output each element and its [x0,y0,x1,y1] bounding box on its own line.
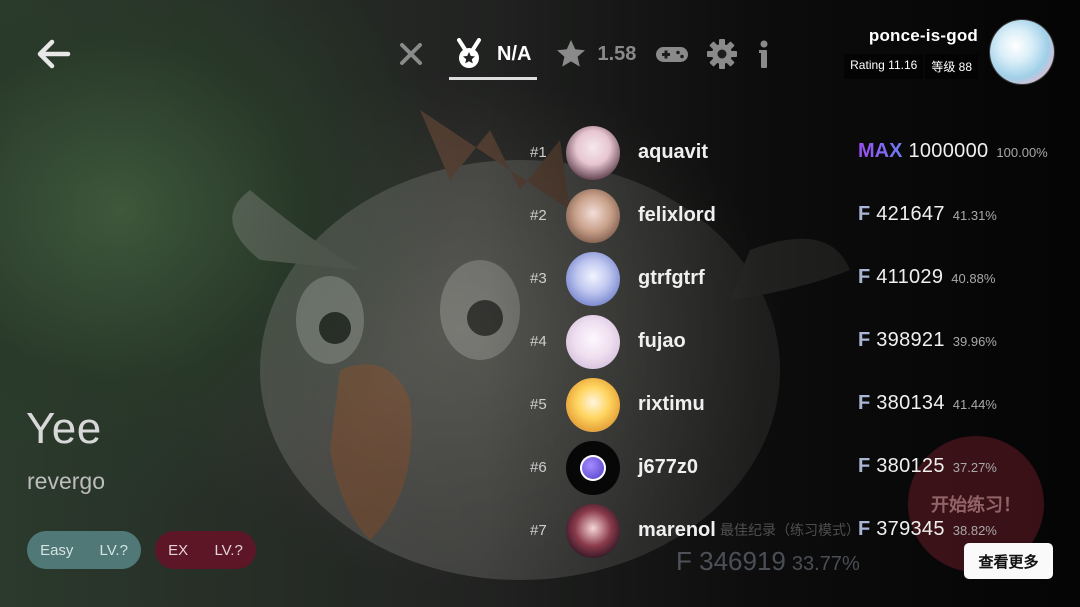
player-name: marenol [638,519,716,541]
info-icon [759,40,768,68]
player-name: aquavit [638,141,709,163]
score-accuracy: 40.88% [951,271,996,286]
score-points: 421647 [876,203,945,225]
user-avatar[interactable] [990,20,1054,84]
player-score: F 380125 37.27% [858,455,997,478]
score-accuracy: 100.00% [996,145,1048,160]
difficulty-name: Easy [40,541,74,559]
score-accuracy: 38.82% [952,523,997,538]
difficulty-level: LV.? [214,541,243,559]
user-panel[interactable]: ponce-is-god Rating 11.16 等级 88 [842,20,1054,84]
user-rating: Rating 11.16 [844,53,924,79]
rank-number: #5 [530,396,547,413]
player-name: rixtimu [638,393,705,415]
rank-tab-label: N/A [497,42,532,65]
grade-badge: F [858,329,871,351]
song-title: Yee [26,404,102,453]
player-avatar[interactable] [566,504,620,558]
leaderboard-row[interactable]: #3 gtrfgtrf F 411029 40.88% [522,248,1072,311]
leaderboard: #1 aquavit MAX 1000000 100.00% #2 felixl… [522,122,1072,563]
score-accuracy: 41.44% [952,397,997,412]
player-name: felixlord [638,204,716,226]
score-points: 398921 [876,329,945,351]
leaderboard-row[interactable]: #5 rixtimu F 380134 41.44% [522,374,1072,437]
tab-rating[interactable]: 1.58 [555,38,636,70]
player-avatar[interactable] [566,189,620,243]
leaderboard-row[interactable]: #6 j677z0 F 380125 37.27% [522,437,1072,500]
top-toolbar: N/A 1.58 [395,34,774,80]
player-score: F 398921 39.96% [858,329,997,352]
score-points: 411029 [876,266,944,288]
player-avatar[interactable] [566,441,620,495]
difficulty-easy-button[interactable]: Easy LV.? [27,531,141,569]
star-icon [557,40,586,67]
rank-number: #2 [530,207,547,224]
player-score: MAX 1000000 100.00% [858,140,1048,163]
grade-badge: F [858,392,871,414]
rank-number: #1 [530,144,547,161]
settings-button[interactable] [706,38,738,70]
score-points: 379345 [876,518,945,540]
player-avatar[interactable] [566,126,620,180]
back-arrow-icon[interactable] [34,36,74,72]
player-score: F 380134 41.44% [858,392,997,415]
difficulty-level: LV.? [99,541,128,559]
rank-number: #4 [530,333,547,350]
gamepad-button[interactable] [654,38,690,70]
song-artist: revergo [27,468,105,494]
player-score: F 421647 41.31% [858,203,997,226]
player-avatar[interactable] [566,315,620,369]
player-score: F 379345 38.82% [858,518,997,541]
gear-icon [707,39,738,69]
view-more-button[interactable]: 查看更多 [964,543,1053,579]
player-name: gtrfgtrf [638,267,705,289]
gamepad-icon [656,47,689,62]
score-points: 380125 [876,455,945,477]
leaderboard-row[interactable]: #2 felixlord F 421647 41.31% [522,185,1072,248]
user-info: ponce-is-god Rating 11.16 等级 88 [842,26,978,79]
rating-value: 1.58 [597,42,637,65]
score-accuracy: 37.27% [952,460,997,475]
grade-badge: F [858,455,871,477]
grade-badge: MAX [858,140,903,162]
user-stats: Rating 11.16 等级 88 [842,53,978,79]
score-accuracy: 39.96% [952,334,997,349]
user-level: 等级 88 [925,53,978,79]
active-tab-underline [449,77,538,80]
grade-badge: F [858,518,871,540]
rank-number: #6 [530,459,547,476]
score-accuracy: 41.31% [952,208,997,223]
score-points: 380134 [876,392,945,414]
player-avatar[interactable] [566,378,620,432]
user-name: ponce-is-god [868,25,978,45]
tab-rank[interactable]: N/A [449,38,538,80]
medal-icon [457,38,481,68]
rank-number: #7 [530,522,547,539]
close-icon [400,43,422,65]
grade-badge: F [858,203,871,225]
difficulty-ex-button[interactable]: EX LV.? [155,531,256,569]
player-name: fujao [638,330,686,352]
close-button[interactable] [395,38,427,70]
leaderboard-row[interactable]: #1 aquavit MAX 1000000 100.00% [522,122,1072,185]
score-points: 1000000 [908,140,989,162]
player-name: j677z0 [638,456,699,478]
difficulty-name: EX [168,541,189,559]
info-button[interactable] [754,38,774,70]
player-score: F 411029 40.88% [858,266,995,289]
rank-number: #3 [530,270,547,287]
player-avatar[interactable] [566,252,620,306]
grade-badge: F [858,266,871,288]
leaderboard-row[interactable]: #4 fujao F 398921 39.96% [522,311,1072,374]
